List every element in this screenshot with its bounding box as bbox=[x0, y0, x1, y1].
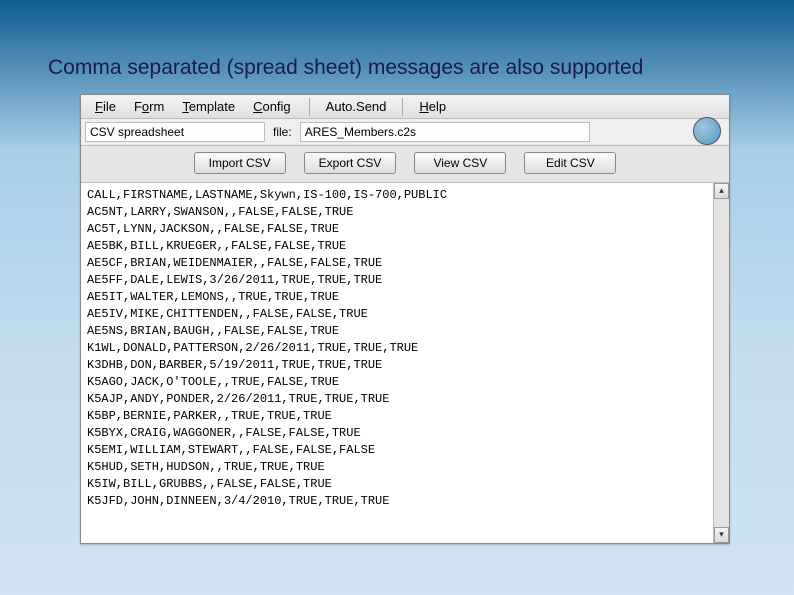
csv-line: AE5BK,BILL,KRUEGER,,FALSE,FALSE,TRUE bbox=[87, 238, 711, 255]
csv-line: AC5T,LYNN,JACKSON,,FALSE,FALSE,TRUE bbox=[87, 221, 711, 238]
csv-line: K5AGO,JACK,O'TOOLE,,TRUE,FALSE,TRUE bbox=[87, 374, 711, 391]
csv-line: AE5IV,MIKE,CHITTENDEN,,FALSE,FALSE,TRUE bbox=[87, 306, 711, 323]
menu-config[interactable]: Config bbox=[245, 97, 299, 116]
file-label: file: bbox=[271, 125, 294, 139]
csv-line: AE5IT,WALTER,LEMONS,,TRUE,TRUE,TRUE bbox=[87, 289, 711, 306]
csv-line: K5EMI,WILLIAM,STEWART,,FALSE,FALSE,FALSE bbox=[87, 442, 711, 459]
csv-line: K5IW,BILL,GRUBBS,,FALSE,FALSE,TRUE bbox=[87, 476, 711, 493]
menu-template[interactable]: Template bbox=[174, 97, 243, 116]
csv-line: K5BYX,CRAIG,WAGGONER,,FALSE,FALSE,TRUE bbox=[87, 425, 711, 442]
csv-line: AE5CF,BRIAN,WEIDENMAIER,,FALSE,FALSE,TRU… bbox=[87, 255, 711, 272]
csv-line: K5AJP,ANDY,PONDER,2/26/2011,TRUE,TRUE,TR… bbox=[87, 391, 711, 408]
menu-separator bbox=[309, 98, 310, 116]
csv-line: K5BP,BERNIE,PARKER,,TRUE,TRUE,TRUE bbox=[87, 408, 711, 425]
edit-csv-button[interactable]: Edit CSV bbox=[524, 152, 616, 174]
app-window: File Form Template Config Auto.Send Help… bbox=[80, 94, 730, 544]
menu-autosend[interactable]: Auto.Send bbox=[318, 97, 395, 116]
file-name-field[interactable]: ARES_Members.c2s bbox=[300, 122, 590, 142]
csv-line: CALL,FIRSTNAME,LASTNAME,Skywn,IS-100,IS-… bbox=[87, 187, 711, 204]
csv-line: AC5NT,LARRY,SWANSON,,FALSE,FALSE,TRUE bbox=[87, 204, 711, 221]
csv-line: AE5FF,DALE,LEWIS,3/26/2011,TRUE,TRUE,TRU… bbox=[87, 272, 711, 289]
scroll-up-icon[interactable]: ▴ bbox=[714, 183, 729, 199]
menubar: File Form Template Config Auto.Send Help bbox=[81, 95, 729, 119]
scroll-down-icon[interactable]: ▾ bbox=[714, 527, 729, 543]
slide-title: Comma separated (spread sheet) messages … bbox=[48, 56, 643, 80]
csv-line: K3DHB,DON,BARBER,5/19/2011,TRUE,TRUE,TRU… bbox=[87, 357, 711, 374]
csv-line: AE5NS,BRIAN,BAUGH,,FALSE,FALSE,TRUE bbox=[87, 323, 711, 340]
toolbar: Import CSV Export CSV View CSV Edit CSV bbox=[81, 146, 729, 183]
csv-line: K1WL,DONALD,PATTERSON,2/26/2011,TRUE,TRU… bbox=[87, 340, 711, 357]
menu-separator bbox=[402, 98, 403, 116]
menu-help[interactable]: Help bbox=[411, 97, 454, 116]
import-csv-button[interactable]: Import CSV bbox=[194, 152, 286, 174]
vertical-scrollbar[interactable]: ▴ ▾ bbox=[713, 183, 729, 543]
menu-file[interactable]: File bbox=[87, 97, 124, 116]
csv-text-view[interactable]: CALL,FIRSTNAME,LASTNAME,Skywn,IS-100,IS-… bbox=[81, 183, 713, 543]
export-csv-button[interactable]: Export CSV bbox=[304, 152, 397, 174]
content-area: CALL,FIRSTNAME,LASTNAME,Skywn,IS-100,IS-… bbox=[81, 183, 729, 543]
info-bar: CSV spreadsheet file: ARES_Members.c2s bbox=[81, 119, 729, 146]
csv-line: K5HUD,SETH,HUDSON,,TRUE,TRUE,TRUE bbox=[87, 459, 711, 476]
csv-line: K5JFD,JOHN,DINNEEN,3/4/2010,TRUE,TRUE,TR… bbox=[87, 493, 711, 510]
doc-type-field[interactable]: CSV spreadsheet bbox=[85, 122, 265, 142]
view-csv-button[interactable]: View CSV bbox=[414, 152, 506, 174]
menu-group-main: File Form Template Config bbox=[85, 97, 301, 116]
status-indicator-icon[interactable] bbox=[693, 117, 721, 145]
menu-form[interactable]: Form bbox=[126, 97, 172, 116]
